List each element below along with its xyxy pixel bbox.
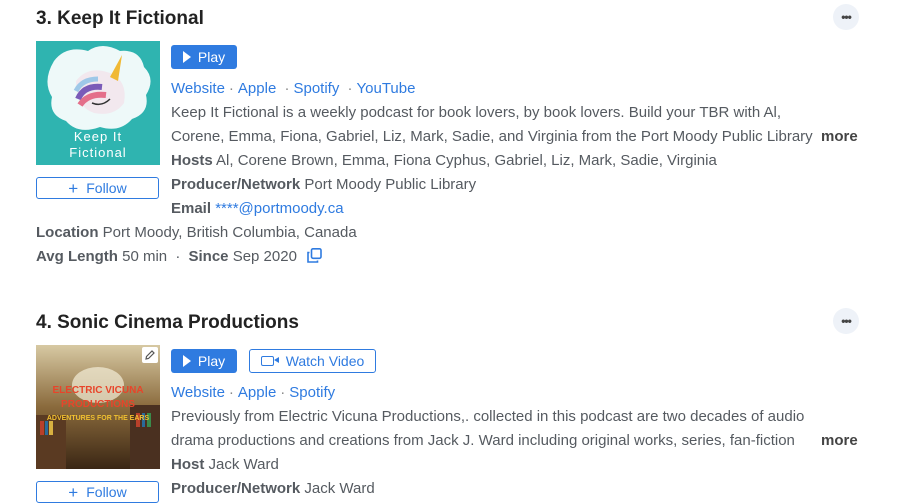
play-icon bbox=[182, 51, 191, 63]
website-link[interactable]: Website bbox=[171, 80, 225, 97]
more-options-button[interactable]: ••• bbox=[833, 308, 859, 334]
hosts-row: Hosts Al, Corene Brown, Emma, Fiona Cyph… bbox=[171, 152, 717, 169]
website-link[interactable]: Website bbox=[171, 384, 225, 401]
platform-links: Website · Apple · Spotify · YouTube bbox=[171, 80, 416, 97]
producer-label: Producer/Network bbox=[171, 176, 301, 193]
cover-title-line-3: ADVENTURES FOR THE EARS bbox=[46, 415, 150, 422]
producer-value: Jack Ward bbox=[304, 480, 375, 497]
avg-length-value: 50 min bbox=[122, 248, 168, 265]
watch-video-label: Watch Video bbox=[285, 353, 365, 369]
producer-value: Port Moody Public Library bbox=[304, 176, 477, 193]
more-dots-icon: ••• bbox=[841, 10, 852, 24]
host-row: Host Jack Ward bbox=[171, 456, 279, 473]
since-label: Since bbox=[188, 248, 229, 265]
pencil-icon[interactable] bbox=[142, 347, 158, 363]
youtube-link[interactable]: YouTube bbox=[357, 80, 416, 97]
video-camera-icon bbox=[260, 356, 279, 366]
host-label: Host bbox=[171, 456, 205, 473]
play-label: Play bbox=[197, 49, 226, 65]
producer-row: Producer/Network Port Moody Public Libra… bbox=[171, 176, 476, 193]
follow-label: Follow bbox=[86, 180, 127, 196]
podcast-title[interactable]: 4. Sonic Cinema Productions bbox=[36, 312, 299, 334]
podcast-cover[interactable]: Keep It Fictional bbox=[36, 41, 160, 165]
more-link[interactable]: more bbox=[821, 125, 858, 149]
cover-title-line-1: ELECTRIC VICUNA bbox=[52, 385, 144, 396]
length-since-row: Avg Length 50 min · Since Sep 2020 bbox=[36, 248, 322, 267]
cover-title-line-1: Keep It bbox=[73, 129, 123, 144]
follow-button[interactable]: + Follow bbox=[36, 177, 159, 199]
email-row: Email ****@portmoody.ca bbox=[171, 200, 344, 217]
avg-length-label: Avg Length bbox=[36, 248, 118, 265]
hosts-value: Al, Corene Brown, Emma, Fiona Cyphus, Ga… bbox=[216, 152, 717, 169]
producer-row: Producer/Network Jack Ward bbox=[171, 480, 375, 497]
more-options-button[interactable]: ••• bbox=[833, 4, 859, 30]
podcast-title[interactable]: 3. Keep It Fictional bbox=[36, 8, 204, 30]
description-text: Keep It Fictional is a weekly podcast fo… bbox=[171, 104, 813, 145]
more-dots-icon: ••• bbox=[841, 314, 852, 328]
since-value: Sep 2020 bbox=[232, 248, 297, 265]
description: Previously from Electric Vicuna Producti… bbox=[171, 405, 861, 453]
description: Keep It Fictional is a weekly podcast fo… bbox=[171, 101, 861, 149]
location-label: Location bbox=[36, 224, 99, 241]
cover-title-line-2: PRODUCTIONS bbox=[61, 399, 135, 410]
follow-button[interactable]: + Follow bbox=[36, 481, 159, 503]
play-button[interactable]: Play bbox=[171, 349, 237, 373]
description-text: Previously from Electric Vicuna Producti… bbox=[171, 408, 805, 449]
apple-link[interactable]: Apple bbox=[238, 384, 276, 401]
host-value: Jack Ward bbox=[208, 456, 279, 473]
play-icon bbox=[182, 355, 191, 367]
plus-icon: + bbox=[68, 178, 79, 198]
email-label: Email bbox=[171, 200, 212, 217]
spotify-link[interactable]: Spotify bbox=[293, 80, 339, 97]
more-link[interactable]: more bbox=[821, 429, 858, 453]
apple-link[interactable]: Apple bbox=[238, 80, 276, 97]
follow-label: Follow bbox=[86, 484, 127, 500]
email-link[interactable]: ****@portmoody.ca bbox=[215, 200, 343, 217]
spotify-link[interactable]: Spotify bbox=[289, 384, 335, 401]
hosts-label: Hosts bbox=[171, 152, 213, 169]
location-row: Location Port Moody, British Columbia, C… bbox=[36, 224, 357, 241]
podcast-cover[interactable]: ELECTRIC VICUNA PRODUCTIONS ADVENTURES F… bbox=[36, 345, 160, 469]
platform-links: Website · Apple · Spotify bbox=[171, 384, 336, 401]
plus-icon: + bbox=[68, 482, 79, 502]
play-button[interactable]: Play bbox=[171, 45, 237, 69]
cover-title-line-2: Fictional bbox=[69, 145, 127, 160]
watch-video-button[interactable]: Watch Video bbox=[249, 349, 376, 373]
producer-label: Producer/Network bbox=[171, 480, 301, 497]
location-value: Port Moody, British Columbia, Canada bbox=[102, 224, 357, 241]
copy-icon[interactable] bbox=[307, 248, 322, 267]
play-label: Play bbox=[197, 353, 226, 369]
